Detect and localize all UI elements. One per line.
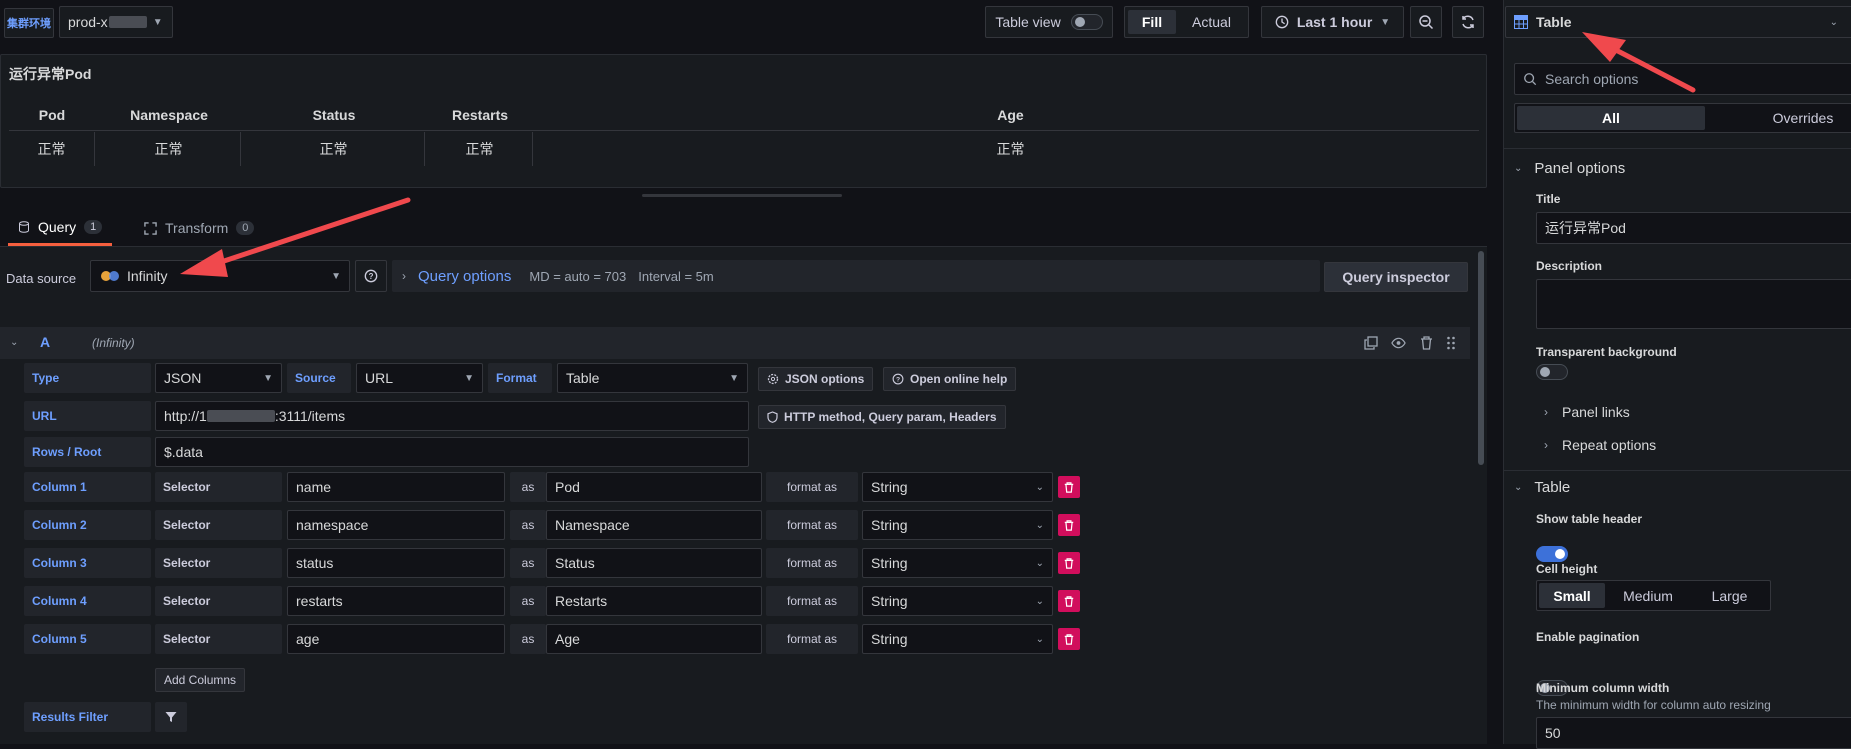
annotation-arrows <box>180 32 1696 277</box>
annotation-arrow-visualization <box>1582 32 1696 93</box>
annotation-arrow-datasource <box>180 197 411 277</box>
